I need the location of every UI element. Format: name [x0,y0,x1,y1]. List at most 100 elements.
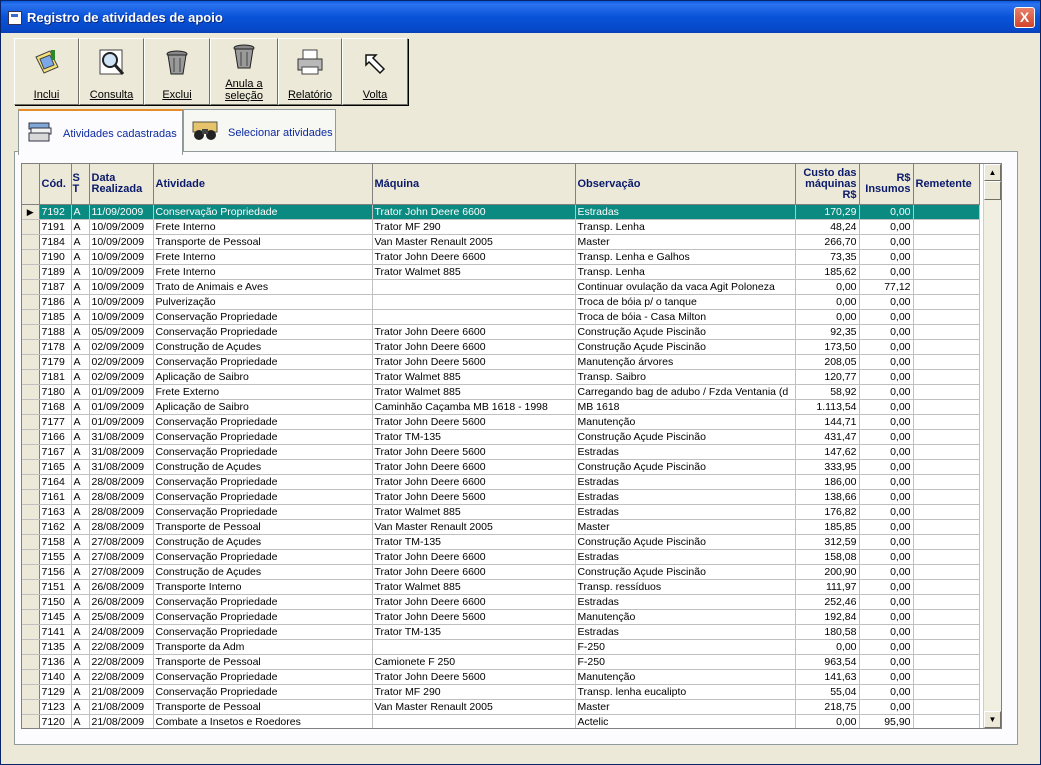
cell-data[interactable]: 27/08/2009 [89,534,154,550]
cell-atividade[interactable]: Conservação Propriedade [153,669,373,685]
cell-atividade[interactable]: Conservação Propriedade [153,429,373,445]
table-row[interactable]: 7165 A 31/08/2009 Construção de Açudes Trato… [22,459,980,475]
table-row[interactable]: 7186 A 10/09/2009 Pulverização Troca de bóia… [22,294,980,310]
table-row[interactable]: 7177 A 01/09/2009 Conservação Propriedade Tr… [22,414,980,430]
vertical-scrollbar[interactable]: ▲ ▼ [983,164,1001,728]
row-indicator[interactable] [22,684,40,700]
cell-st[interactable]: A [71,204,90,220]
table-row[interactable]: 7166 A 31/08/2009 Conservação Propriedade Tr… [22,429,980,445]
cell-observacao[interactable]: Troca de bóia p/ o tanque [575,294,796,310]
cell-insumos[interactable]: 0,00 [859,369,914,385]
cell-data[interactable]: 28/08/2009 [89,474,154,490]
cell-remetente[interactable] [913,534,980,550]
cell-data[interactable]: 21/08/2009 [89,699,154,715]
exclui-button[interactable]: Exclui [144,38,210,105]
cell-insumos[interactable]: 0,00 [859,429,914,445]
cell-custo[interactable]: 120,77 [795,369,860,385]
cell-remetente[interactable] [913,684,980,700]
cell-observacao[interactable]: Construção Açude Piscinão [575,534,796,550]
cell-atividade[interactable]: Transporte da Adm [153,639,373,655]
cell-remetente[interactable] [913,624,980,640]
cell-custo[interactable]: 173,50 [795,339,860,355]
cell-insumos[interactable]: 0,00 [859,459,914,475]
cell-custo[interactable]: 200,90 [795,564,860,580]
cell-remetente[interactable] [913,594,980,610]
cell-maquina[interactable]: Trator TM-135 [372,429,576,445]
table-row[interactable]: 7167 A 31/08/2009 Conservação Propriedade Tr… [22,444,980,460]
cell-observacao[interactable]: Transp. lenha eucalipto [575,684,796,700]
cell-codigo[interactable]: 7178 [39,339,72,355]
cell-custo[interactable]: 58,92 [795,384,860,400]
row-indicator[interactable] [22,579,40,595]
cell-st[interactable]: A [71,429,90,445]
cell-data[interactable]: 31/08/2009 [89,444,154,460]
table-row[interactable]: 7135 A 22/08/2009 Transporte da Adm F-250 0,0… [22,639,980,655]
row-indicator[interactable] [22,264,40,280]
cell-st[interactable]: A [71,219,90,235]
table-row[interactable]: 7155 A 27/08/2009 Conservação Propriedade Tr… [22,549,980,565]
cell-codigo[interactable]: 7135 [39,639,72,655]
cell-insumos[interactable]: 0,00 [859,654,914,670]
row-indicator[interactable] [22,384,40,400]
cell-data[interactable]: 31/08/2009 [89,429,154,445]
cell-st[interactable]: A [71,294,90,310]
cell-data[interactable]: 10/09/2009 [89,249,154,265]
header-remetente[interactable]: Remetente [913,164,980,205]
cell-st[interactable]: A [71,639,90,655]
cell-insumos[interactable]: 0,00 [859,384,914,400]
cell-custo[interactable]: 333,95 [795,459,860,475]
cell-codigo[interactable]: 7177 [39,414,72,430]
header-data[interactable]: Data Realizada [89,164,154,205]
cell-codigo[interactable]: 7129 [39,684,72,700]
cell-codigo[interactable]: 7136 [39,654,72,670]
cell-observacao[interactable]: MB 1618 [575,399,796,415]
cell-codigo[interactable]: 7166 [39,429,72,445]
cell-maquina[interactable]: Trator TM-135 [372,534,576,550]
cell-st[interactable]: A [71,399,90,415]
cell-observacao[interactable]: Estradas [575,489,796,505]
row-indicator[interactable] [22,594,40,610]
cell-custo[interactable]: 176,82 [795,504,860,520]
cell-codigo[interactable]: 7156 [39,564,72,580]
row-indicator[interactable] [22,279,40,295]
row-indicator[interactable] [22,459,40,475]
cell-atividade[interactable]: Conservação Propriedade [153,414,373,430]
cell-custo[interactable]: 170,29 [795,204,860,220]
cell-insumos[interactable]: 0,00 [859,639,914,655]
cell-data[interactable]: 10/09/2009 [89,219,154,235]
cell-st[interactable]: A [71,249,90,265]
row-indicator[interactable] [22,429,40,445]
cell-atividade[interactable]: Transporte de Pessoal [153,654,373,670]
table-row[interactable]: 7136 A 22/08/2009 Transporte de Pessoal Cami… [22,654,980,670]
cell-atividade[interactable]: Frete Interno [153,249,373,265]
cell-custo[interactable]: 185,85 [795,519,860,535]
cell-st[interactable]: A [71,444,90,460]
cell-data[interactable]: 28/08/2009 [89,519,154,535]
cell-insumos[interactable]: 0,00 [859,579,914,595]
row-indicator[interactable] [22,444,40,460]
cell-maquina[interactable]: Van Master Renault 2005 [372,699,576,715]
cell-st[interactable]: A [71,564,90,580]
cell-maquina[interactable] [372,309,576,325]
cell-st[interactable]: A [71,534,90,550]
cell-observacao[interactable]: Construção Açude Piscinão [575,324,796,340]
row-indicator[interactable] [22,534,40,550]
cell-data[interactable]: 02/09/2009 [89,339,154,355]
cell-data[interactable]: 21/08/2009 [89,684,154,700]
cell-custo[interactable]: 186,00 [795,474,860,490]
cell-atividade[interactable]: Conservação Propriedade [153,444,373,460]
cell-data[interactable]: 11/09/2009 [89,204,154,220]
cell-codigo[interactable]: 7181 [39,369,72,385]
cell-custo[interactable]: 55,04 [795,684,860,700]
cell-st[interactable]: A [71,654,90,670]
cell-maquina[interactable]: Trator John Deere 6600 [372,339,576,355]
cell-custo[interactable]: 192,84 [795,609,860,625]
cell-maquina[interactable]: Trator John Deere 6600 [372,324,576,340]
table-row[interactable]: 7150 A 26/08/2009 Conservação Propriedade Tr… [22,594,980,610]
cell-remetente[interactable] [913,579,980,595]
cell-remetente[interactable] [913,354,980,370]
cell-data[interactable]: 24/08/2009 [89,624,154,640]
cell-observacao[interactable]: Transp. ressíduos [575,579,796,595]
table-row[interactable]: 7161 A 28/08/2009 Conservação Propriedade Tr… [22,489,980,505]
relatorio-button[interactable]: Relatório [278,38,342,105]
